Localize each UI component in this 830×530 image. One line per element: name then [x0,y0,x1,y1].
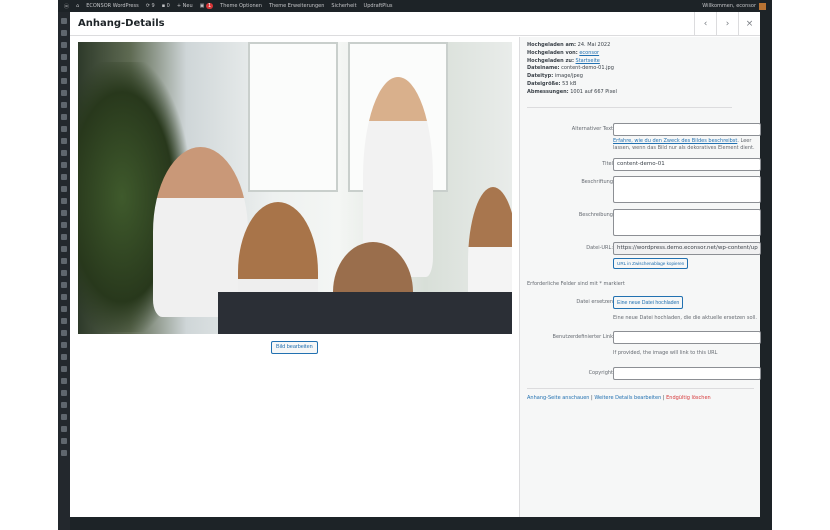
modal-title: Anhang-Details [78,18,165,29]
admin-sidebar [58,12,70,530]
welcome-text: Willkommen, econsor [702,3,756,9]
notice-badge: 1 [205,3,214,9]
close-icon: × [745,18,754,29]
attachment-image [78,42,512,334]
attachment-actions: Anhang-Seite anschauen | Weitere Details… [527,395,711,401]
file-url-input[interactable]: https://wordpress.demo.econsor.net/wp-co… [613,242,761,255]
uploader-link[interactable]: econsor [579,50,599,56]
meta-filesize: Dateigröße: 53 kB [527,80,577,87]
plugin-notice[interactable]: ▣ 1 [200,3,214,9]
title-label: Titel [602,161,613,167]
new-link[interactable]: + Neu [177,3,193,9]
meta-dimensions: Abmessungen: 1001 auf 667 Pixel [527,88,617,95]
parent-page-link[interactable]: Startseite [576,58,600,64]
next-button[interactable]: › [716,11,738,36]
meta-filename: Dateiname: content-demo-01.jpg [527,65,614,72]
alt-text-help: Erfahre, wie du den Zweck des Bildes bes… [613,138,755,151]
chevron-left-icon: ‹ [703,18,708,29]
caption-textarea[interactable] [613,176,761,203]
attachment-details-sidebar: Hochgeladen am: 24. Mai 2022 Hochgeladen… [519,37,761,517]
meta-uploaded-by: Hochgeladen von: econsor [527,49,600,56]
admin-menu-updraftplus[interactable]: UpdraftPlus [364,3,393,9]
alt-text-label: Alternativer Text [571,126,613,132]
home-icon: ⌂ [76,3,80,9]
chevron-right-icon: › [725,18,730,29]
title-input[interactable]: content-demo-01 [613,158,761,171]
replace-file-label: Datei ersetzen [576,299,613,305]
delete-permanently-link[interactable]: Endgültig löschen [666,395,711,401]
upload-new-file-button[interactable]: Eine neue Datei hochladen [613,296,684,309]
required-note: Erforderliche Felder sind mit * markiert [527,281,625,287]
site-link[interactable]: ECONSOR WordPress [86,3,139,9]
account-menu[interactable]: Willkommen, econsor [702,2,766,10]
file-metadata: Hochgeladen am: 24. Mai 2022 Hochgeladen… [527,42,753,97]
close-button[interactable]: × [738,11,760,36]
description-textarea[interactable] [613,209,761,236]
view-attachment-link[interactable]: Anhang-Seite anschauen [527,395,589,401]
description-label: Beschreibung [578,212,613,218]
meta-filetype: Dateityp: image/jpeg [527,73,583,80]
file-url-label: Datei-URL: [586,245,613,251]
avatar [759,2,766,10]
admin-bar: ⓦ ⌂ ECONSOR WordPress ⟳ 9 ▪ 0 + Neu ▣ 1 … [58,0,772,12]
admin-menu-security[interactable]: Sicherheit [331,3,356,9]
admin-menu-theme-options[interactable]: Theme Optionen [220,3,262,9]
attachment-details-modal: Anhang-Details ‹ › × Bild bearbeiten Hoc… [70,11,761,517]
caption-label: Beschriftung [581,179,613,185]
comments-count: 0 [166,3,170,9]
copy-url-button[interactable]: URL in Zwischenablage kopieren [613,258,689,269]
meta-uploaded-to: Hochgeladen zu: Startseite [527,57,600,64]
comments-link[interactable]: ▪ 0 [162,3,170,9]
copyright-input[interactable] [613,367,761,380]
edit-more-details-link[interactable]: Weitere Details bearbeiten [594,395,661,401]
image-preview-area: Bild bearbeiten [70,37,519,517]
updates-link[interactable]: ⟳ 9 [146,3,155,9]
alt-text-input[interactable] [613,123,761,136]
custom-link-help: If provided, the image will link to this… [613,350,718,356]
custom-link-label: Benutzerdefinierter Link [552,334,613,340]
updates-count: 9 [151,3,155,9]
admin-menu-theme-extensions[interactable]: Theme Erweiterungen [269,3,324,9]
alt-text-help-link[interactable]: Erfahre, wie du den Zweck des Bildes bes… [613,138,737,144]
new-label: Neu [182,3,193,9]
previous-button[interactable]: ‹ [694,11,716,36]
replace-file-help: Eine neue Datei hochladen, die die aktue… [613,315,757,321]
copyright-label: Copyright [588,370,613,376]
modal-header: Anhang-Details ‹ › × [70,11,760,36]
custom-link-input[interactable] [613,331,761,344]
meta-uploaded-on: Hochgeladen am: 24. Mai 2022 [527,42,611,48]
edit-image-button[interactable]: Bild bearbeiten [271,341,318,354]
wordpress-logo-icon[interactable]: ⓦ [64,3,69,10]
